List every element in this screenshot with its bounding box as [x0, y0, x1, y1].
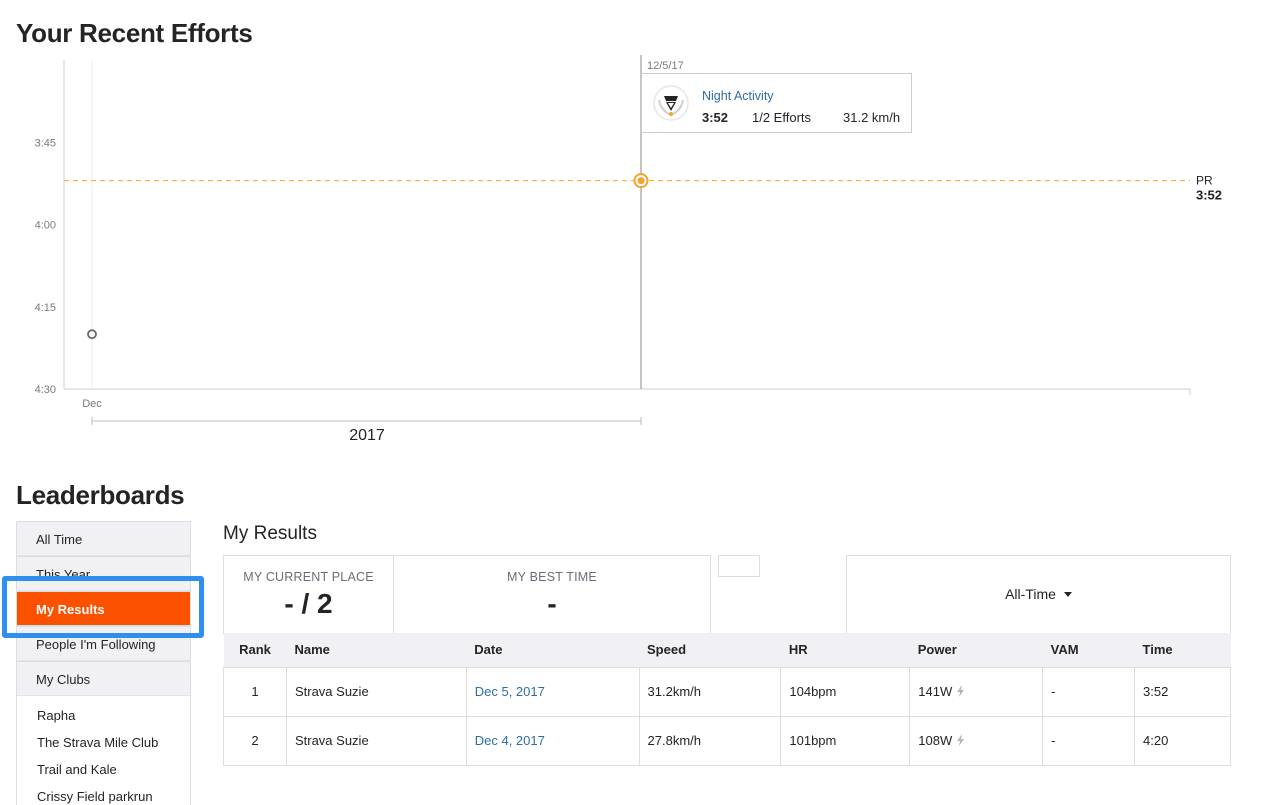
row-rank: 2	[223, 715, 287, 766]
row-date-link[interactable]: Dec 4, 2017	[475, 733, 545, 748]
table-row: 1 Strava Suzie Dec 5, 2017 31.2km/h 104b…	[223, 666, 1231, 717]
col-vam[interactable]: VAM	[1042, 633, 1135, 668]
col-hr[interactable]: HR	[780, 633, 910, 668]
current-place-box: MY CURRENT PLACE - / 2	[223, 555, 394, 634]
time-filter-label: All-Time	[1005, 586, 1056, 602]
tab-my-clubs[interactable]: My Clubs	[17, 661, 190, 696]
effort-tooltip: Night Activity 3:52 1/2 Efforts 31.2 km/…	[641, 73, 912, 133]
current-place-label: MY CURRENT PLACE	[243, 570, 374, 584]
time-filter-box: All-Time	[846, 555, 1231, 634]
row-speed: 27.8km/h	[638, 715, 782, 766]
row-name: Strava Suzie	[285, 666, 467, 717]
col-power[interactable]: Power	[909, 633, 1043, 668]
best-time-box: MY BEST TIME -	[393, 555, 711, 634]
leaderboard-table: Rank Name Date Speed HR Power VAM Time 1…	[223, 633, 1231, 766]
row-power-cell: 141W	[909, 666, 1044, 717]
time-filter-dropdown[interactable]: All-Time	[847, 586, 1230, 602]
recent-efforts-heading: Your Recent Efforts	[16, 18, 253, 48]
row-time: 4:20	[1134, 715, 1231, 766]
lightning-icon	[957, 734, 965, 746]
caret-down-icon	[1063, 591, 1072, 597]
col-date[interactable]: Date	[466, 633, 640, 668]
trophy-badge-icon	[653, 85, 689, 121]
row-vam: -	[1042, 715, 1136, 766]
col-time[interactable]: Time	[1134, 633, 1231, 668]
activity-name-link[interactable]: Night Activity	[702, 89, 774, 103]
row-rank: 1	[223, 666, 287, 717]
row-power-cell: 108W	[909, 715, 1044, 766]
y-tick-label: 3:45	[35, 137, 56, 149]
club-link[interactable]: Trail and Kale	[37, 762, 117, 777]
leaderboard-sidebar: All Time This Year My Results People I'm…	[16, 521, 191, 805]
row-power: 141W	[918, 684, 953, 699]
lightning-icon	[957, 685, 965, 697]
table-header-row: Rank Name Date Speed HR Power VAM Time	[223, 633, 1231, 668]
col-speed[interactable]: Speed	[639, 633, 781, 668]
hover-date-label: 12/5/17	[647, 60, 684, 72]
row-vam: -	[1042, 666, 1136, 717]
tab-this-year[interactable]: This Year	[17, 556, 190, 591]
y-tick-label: 4:15	[35, 302, 56, 314]
year-label: 2017	[349, 427, 385, 444]
row-power: 108W	[918, 733, 953, 748]
row-hr: 101bpm	[780, 715, 911, 766]
efforts-chart: 3:454:004:154:30Dec2017PR3:5212/5/17	[35, 55, 1222, 444]
tooltip-time: 3:52	[702, 110, 729, 125]
tooltip-efforts: 1/2 Efforts	[752, 110, 812, 125]
club-link[interactable]: Crissy Field parkrun	[37, 789, 153, 804]
pr-label: PR	[1196, 174, 1213, 188]
x-tick-label: Dec	[82, 398, 102, 410]
leaderboards-heading: Leaderboards	[16, 480, 185, 510]
table-row: 2 Strava Suzie Dec 4, 2017 27.8km/h 101b…	[223, 715, 1231, 766]
y-tick-label: 4:30	[35, 384, 56, 396]
data-point-highlighted-core	[637, 177, 645, 185]
y-tick-label: 4:00	[35, 220, 56, 232]
empty-box	[718, 555, 760, 577]
current-place-value: - / 2	[284, 588, 333, 619]
data-point	[87, 329, 97, 340]
row-speed: 31.2km/h	[638, 666, 782, 717]
row-time: 3:52	[1134, 666, 1231, 717]
tab-people-following[interactable]: People I'm Following	[17, 626, 190, 661]
row-name: Strava Suzie	[285, 715, 467, 766]
row-hr: 104bpm	[780, 666, 911, 717]
best-time-value: -	[547, 588, 557, 619]
club-link[interactable]: Rapha	[37, 708, 75, 723]
row-date-link[interactable]: Dec 5, 2017	[475, 684, 545, 699]
col-rank[interactable]: Rank	[223, 633, 287, 668]
tooltip-speed: 31.2 km/h	[843, 110, 901, 125]
my-results-title: My Results	[223, 523, 317, 544]
tab-all-time[interactable]: All Time	[17, 521, 190, 556]
best-time-label: MY BEST TIME	[507, 570, 597, 584]
col-name[interactable]: Name	[286, 633, 467, 668]
tab-my-results[interactable]: My Results	[17, 591, 190, 626]
club-link[interactable]: The Strava Mile Club	[37, 735, 158, 750]
pr-time-label: 3:52	[1196, 188, 1222, 203]
